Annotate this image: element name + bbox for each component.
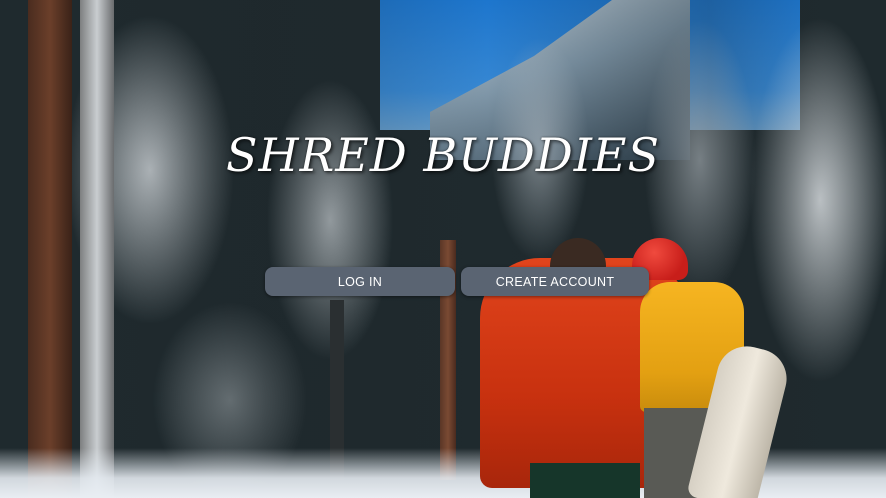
create-account-button[interactable]: CREATE ACCOUNT xyxy=(461,267,649,296)
pants xyxy=(530,463,640,498)
tree-trunk xyxy=(80,0,114,498)
login-button[interactable]: LOG IN xyxy=(265,267,455,296)
tree-trunk xyxy=(28,0,72,498)
hero-background: SHRED BUDDIES LOG IN CREATE ACCOUNT xyxy=(0,0,886,498)
app-title: SHRED BUDDIES xyxy=(226,128,660,182)
